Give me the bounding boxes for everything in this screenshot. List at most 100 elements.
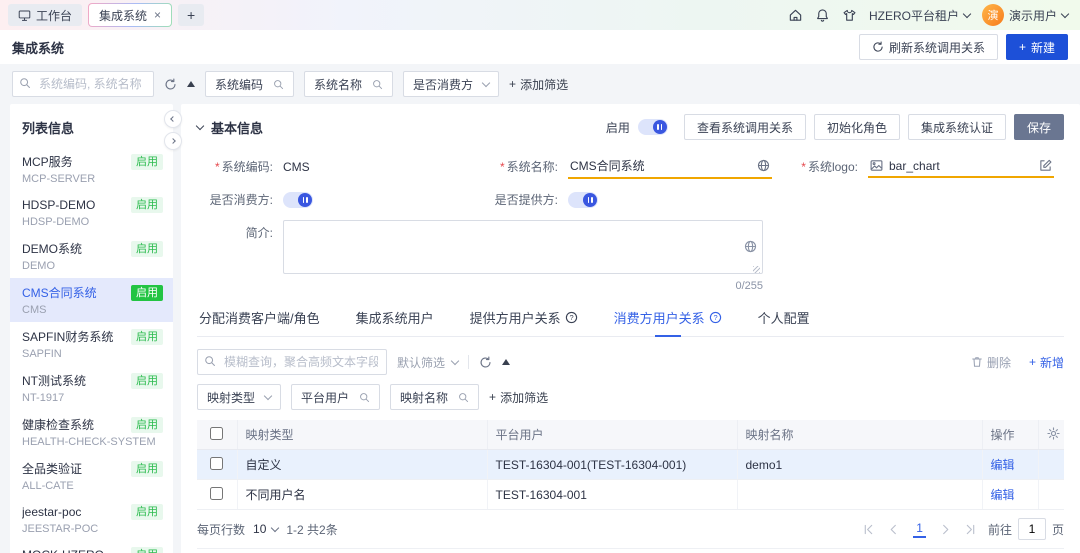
default-filter-select[interactable]: 默认筛选 (397, 354, 460, 371)
intro-label: 简介 (245, 226, 270, 240)
bell-icon[interactable] (815, 8, 830, 23)
filter-chip-system-name[interactable]: 系统名称 (304, 71, 394, 97)
gear-icon[interactable] (1046, 426, 1060, 440)
system-list-item[interactable]: DEMO系统 启用 DEMO (10, 234, 173, 278)
page-size-select[interactable]: 10 (253, 522, 280, 536)
refresh-icon[interactable] (479, 356, 492, 369)
system-logo-input[interactable]: bar_chart (868, 156, 1054, 178)
table-row[interactable]: 不同用户名 TEST-16304-001 编辑 (197, 479, 1064, 510)
tab-workbench-label: 工作台 (36, 8, 73, 23)
system-list-item[interactable]: SAPFIN财务系统 启用 SAPFIN (10, 322, 173, 366)
system-list-item[interactable]: 健康检查系统 启用 HEALTH-CHECK-SYSTEM (10, 410, 173, 454)
last-page-icon[interactable] (965, 524, 976, 535)
add-filter-label: 添加筛选 (500, 390, 549, 405)
filter-chip-mapping-type[interactable]: 映射类型 (197, 384, 282, 410)
system-list-item[interactable]: MCP服务 启用 MCP-SERVER (10, 147, 173, 191)
first-page-icon[interactable] (863, 524, 874, 535)
refresh-relation-button[interactable]: 刷新系统调用关系 (858, 34, 998, 60)
sidebar-expand-button[interactable] (164, 132, 182, 150)
system-list-item-selected[interactable]: CMS合同系统 启用 CMS (10, 278, 173, 322)
collapse-filter-icon[interactable] (502, 359, 511, 365)
tab-consumer-user-relation[interactable]: 消费方用户关系 ? (612, 308, 724, 336)
is-consumer-field: 是否消费方: (197, 191, 482, 208)
trash-icon (971, 356, 983, 368)
system-code: JEESTAR-POC (22, 523, 99, 535)
select-all-checkbox[interactable] (210, 426, 224, 440)
system-code: NT-1917 (22, 392, 65, 404)
pagination-bar: 每页行数 10 1-2 共2条 1 前往 1 页 (197, 510, 1064, 549)
toggle-knob (583, 192, 597, 207)
create-button[interactable]: + 新建 (1005, 34, 1068, 60)
is-provider-toggle[interactable] (568, 191, 598, 208)
add-row-button[interactable]: + 新增 (1029, 354, 1064, 371)
relation-search-input[interactable] (197, 349, 387, 375)
save-button[interactable]: 保存 (1013, 114, 1064, 140)
tab-workbench[interactable]: 工作台 (8, 4, 83, 26)
create-label: 新建 (1030, 40, 1055, 55)
integration-auth-button[interactable]: 集成系统认证 (907, 114, 1006, 140)
system-list-item[interactable]: jeestar-poc 启用 JEESTAR-POC (10, 498, 173, 541)
add-filter-button[interactable]: + 添加筛选 (489, 389, 548, 406)
filter-chip-platform-user[interactable]: 平台用户 (291, 384, 381, 410)
required-mark: * (214, 160, 220, 174)
is-consumer-toggle[interactable] (283, 191, 313, 208)
row-checkbox[interactable] (210, 456, 224, 470)
tenant-switcher[interactable]: HZERO平台租户 (869, 7, 972, 24)
edit-link[interactable]: 编辑 (991, 458, 1015, 472)
filter-chip-is-consumer[interactable]: 是否消费方 (403, 71, 500, 97)
tab-provider-user-relation[interactable]: 提供方用户关系 ? (468, 308, 580, 336)
prev-page-icon[interactable] (888, 524, 899, 535)
search-icon (359, 392, 370, 403)
theme-shirt-icon[interactable] (842, 8, 857, 23)
tab-assign-client-role[interactable]: 分配消费客户端/角色 (197, 308, 322, 336)
collapse-filter-icon[interactable] (187, 81, 195, 87)
section-collapse-icon[interactable] (195, 121, 205, 131)
add-tab-button[interactable]: + (178, 4, 205, 26)
system-logo-label: 系统logo (807, 160, 855, 174)
delete-button[interactable]: 删除 (971, 354, 1011, 371)
list-search-input[interactable] (12, 71, 154, 97)
user-menu[interactable]: 演 演示用户 (981, 4, 1070, 26)
edit-link[interactable]: 编辑 (991, 488, 1015, 502)
view-relation-button[interactable]: 查看系统调用关系 (683, 114, 806, 140)
tab-integration-users[interactable]: 集成系统用户 (354, 308, 436, 336)
is-provider-field: 是否提供方: (482, 191, 782, 208)
intro-textarea[interactable] (283, 220, 763, 274)
system-name-input[interactable]: CMS合同系统 (568, 154, 772, 179)
tab-personal-config[interactable]: 个人配置 (756, 308, 812, 336)
help-icon[interactable]: ? (565, 311, 578, 324)
system-list-item[interactable]: 全品类验证 启用 ALL-CATE (10, 454, 173, 498)
current-page[interactable]: 1 (913, 521, 926, 538)
next-page-icon[interactable] (940, 524, 951, 535)
table-row[interactable]: 自定义 TEST-16304-001(TEST-16304-001) demo1… (197, 449, 1064, 480)
goto-page-input[interactable] (1017, 518, 1046, 540)
relation-table: 映射类型 平台用户 映射名称 操作 自定义 TEST-16304-001(TES… (197, 420, 1064, 510)
tab-label: 提供方用户关系 (469, 311, 561, 326)
edit-icon[interactable] (1039, 159, 1052, 172)
system-list-item[interactable]: NT测试系统 启用 NT-1917 (10, 366, 173, 410)
tab-integration[interactable]: 集成系统 × (88, 3, 173, 27)
init-role-button[interactable]: 初始化角色 (813, 114, 900, 140)
enable-toggle[interactable] (637, 119, 668, 135)
chip-label: 系统编码 (215, 77, 264, 92)
status-badge: 启用 (131, 372, 163, 389)
sidebar-collapse-button[interactable] (164, 110, 182, 128)
chip-label: 映射类型 (207, 390, 256, 405)
refresh-icon[interactable] (164, 78, 177, 91)
system-name-label: 系统名称 (506, 160, 555, 174)
help-icon[interactable]: ? (709, 311, 722, 324)
filter-chip-system-code[interactable]: 系统编码 (205, 71, 295, 97)
add-filter-button[interactable]: + 添加筛选 (509, 76, 568, 93)
chevron-down-icon (1060, 9, 1070, 19)
system-list-item[interactable]: MOCK-HZERO 启用 MOCK-HZERO (10, 541, 173, 553)
tab-label: 分配消费客户端/角色 (199, 311, 320, 326)
filter-chip-mapping-name[interactable]: 映射名称 (390, 384, 480, 410)
close-icon[interactable]: × (154, 8, 161, 22)
globe-icon[interactable] (757, 159, 770, 172)
system-list-item[interactable]: HDSP-DEMO 启用 HDSP-DEMO (10, 191, 173, 234)
row-checkbox[interactable] (210, 486, 224, 500)
relation-search (197, 349, 387, 375)
toggle-knob (298, 192, 312, 207)
home-icon[interactable] (788, 8, 803, 23)
globe-icon[interactable] (744, 240, 757, 253)
